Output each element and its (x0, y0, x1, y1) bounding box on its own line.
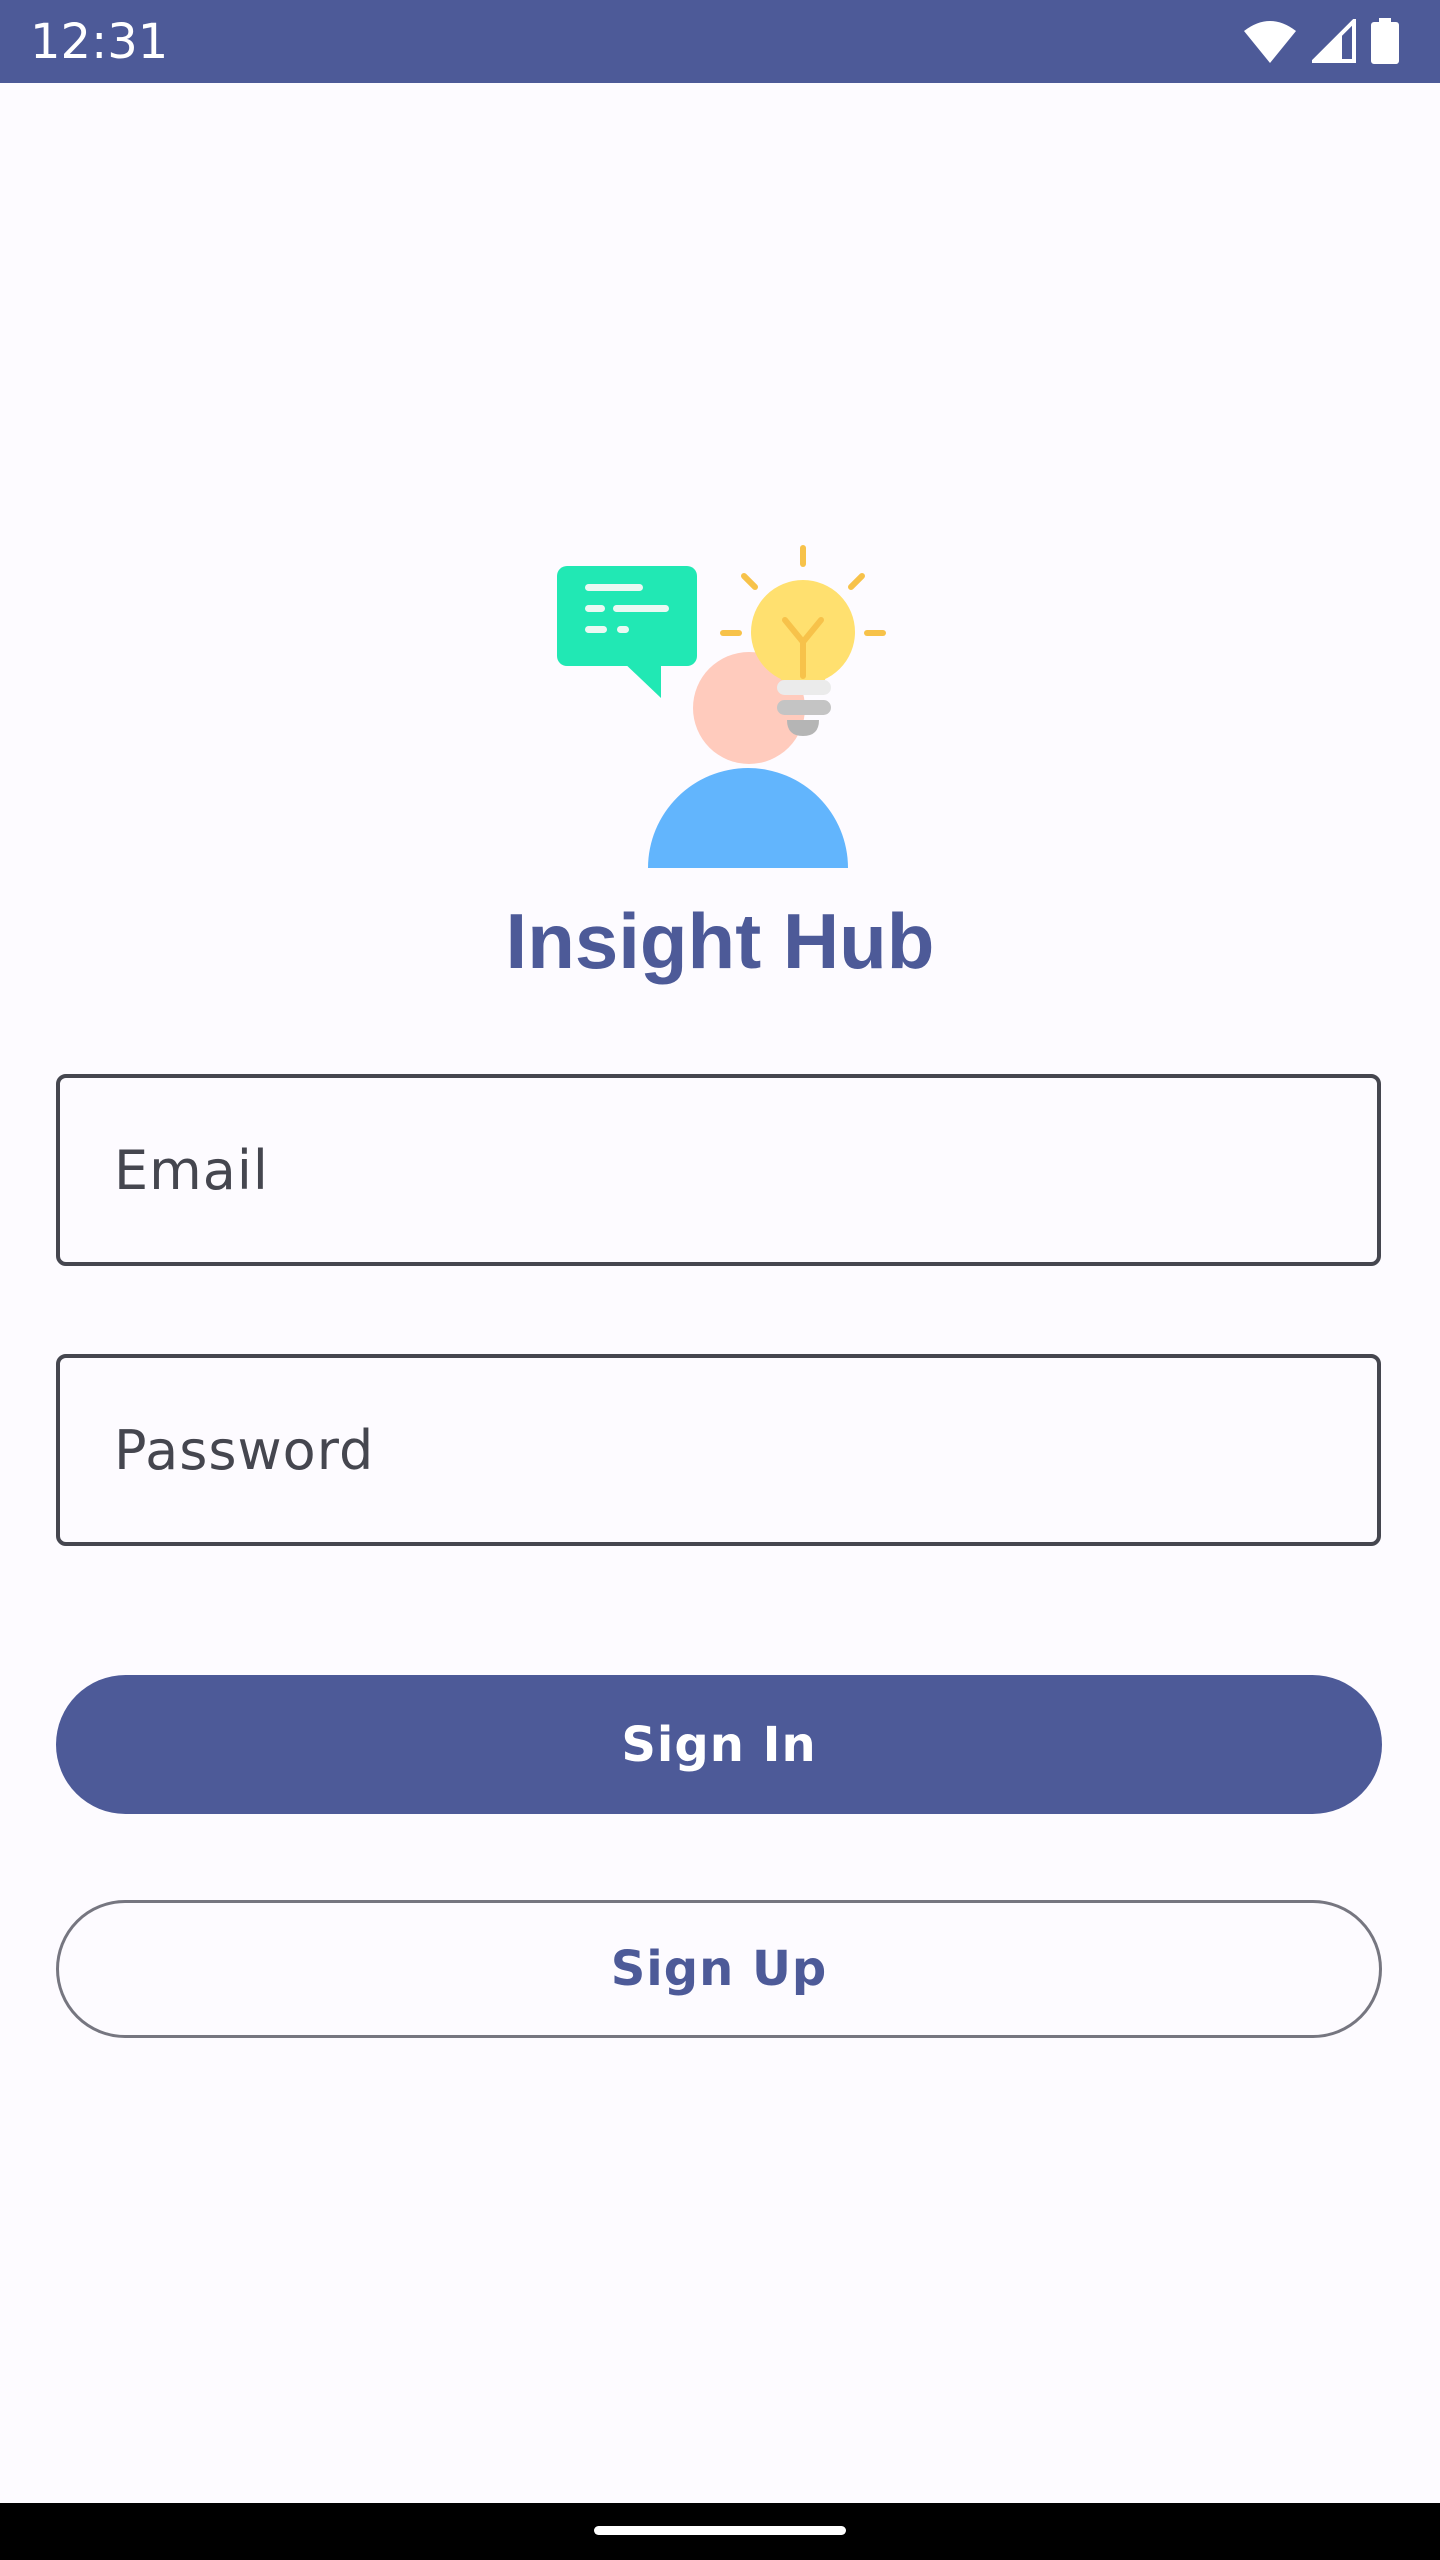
password-field[interactable] (56, 1354, 1381, 1546)
status-bar: 12:31 (0, 0, 1440, 83)
navigation-bar (0, 2503, 1440, 2560)
password-input[interactable] (60, 1358, 1377, 1542)
status-icons (1242, 18, 1400, 64)
home-indicator[interactable] (594, 2526, 846, 2535)
email-field[interactable] (56, 1074, 1381, 1266)
person-idea-chat-icon (557, 545, 886, 868)
sign-in-button[interactable]: Sign In (56, 1675, 1382, 1814)
sign-up-label: Sign Up (610, 1941, 828, 1997)
app-title: Insight Hub (505, 897, 935, 985)
sign-in-label: Sign In (621, 1716, 817, 1773)
chat-bubble-icon (557, 566, 697, 698)
battery-icon (1371, 18, 1399, 64)
sign-up-button[interactable]: Sign Up (56, 1900, 1382, 2038)
email-input[interactable] (60, 1078, 1377, 1262)
status-time: 12:31 (30, 14, 169, 70)
wifi-icon (1244, 21, 1296, 63)
cellular-signal-icon (1312, 19, 1356, 63)
